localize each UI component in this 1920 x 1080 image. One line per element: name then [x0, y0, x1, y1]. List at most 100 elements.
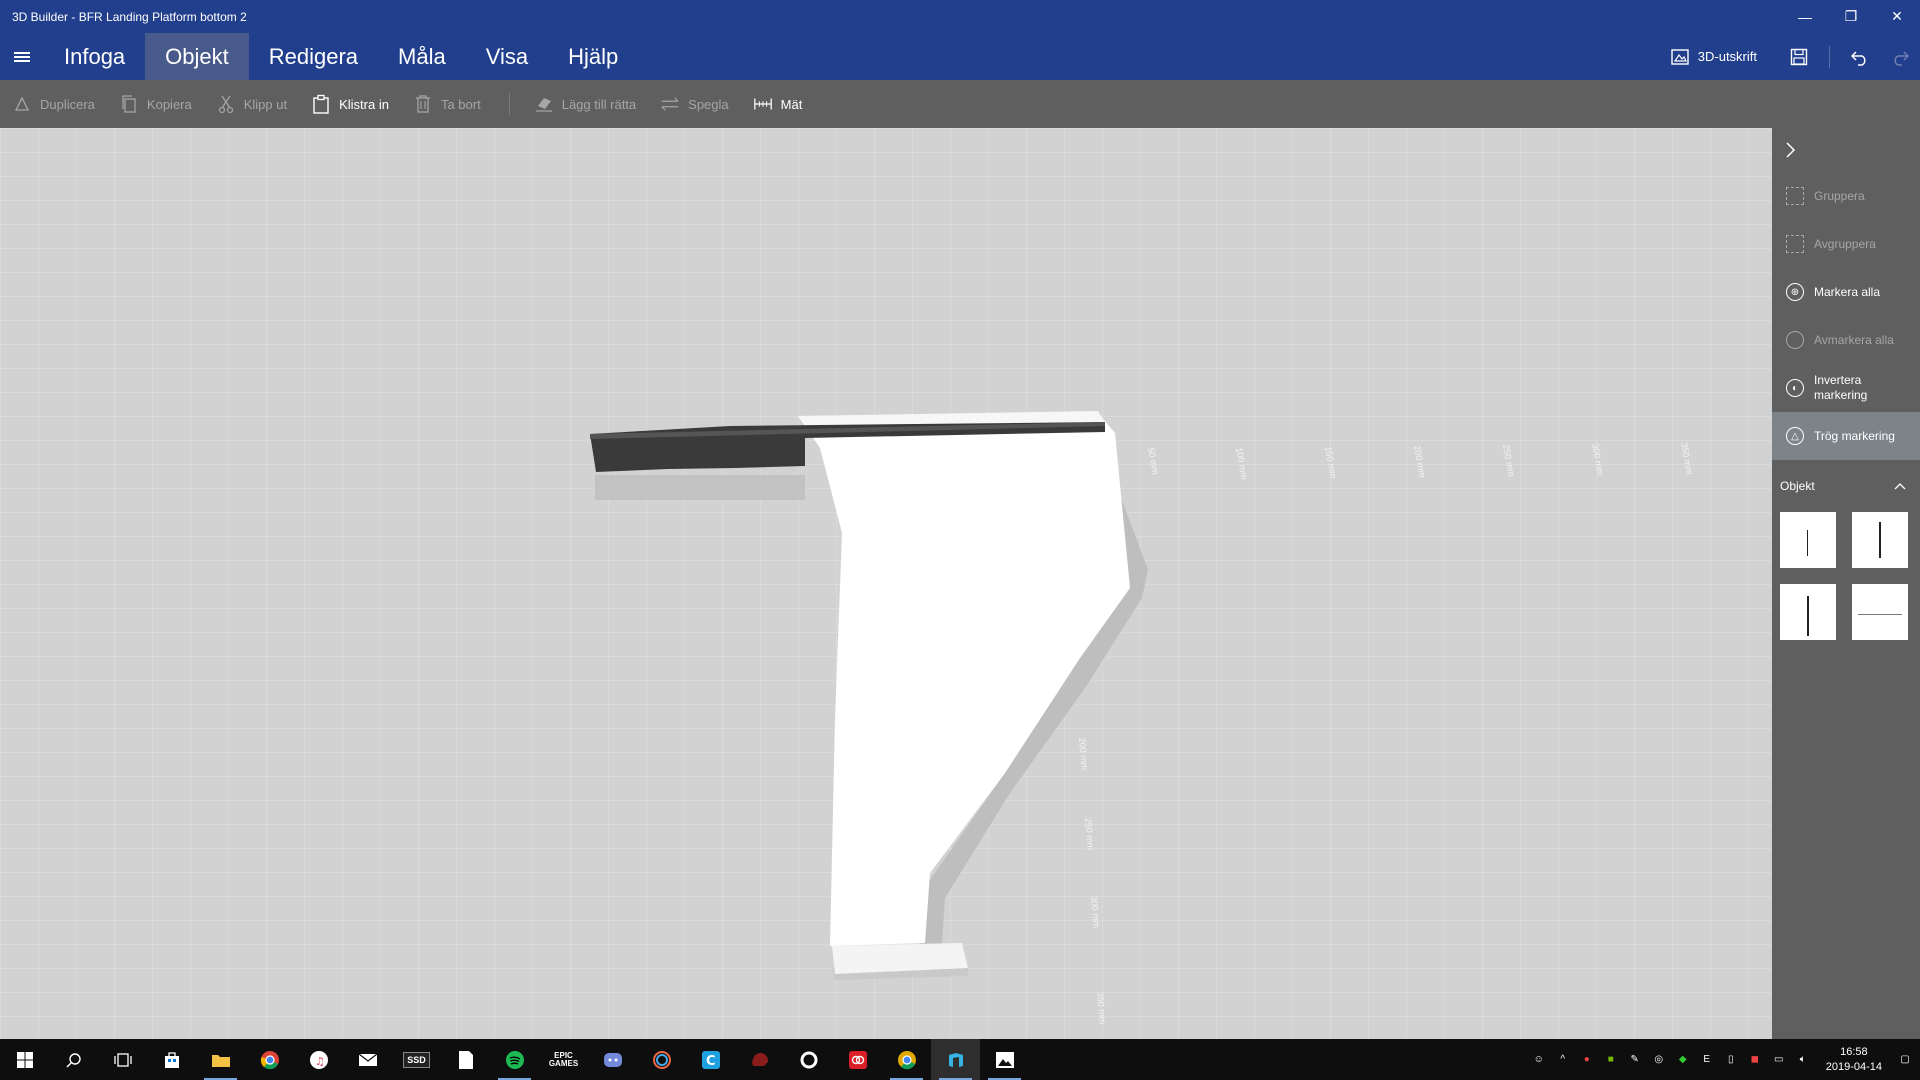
- pen-icon[interactable]: ✎: [1626, 1051, 1644, 1069]
- ungroup-button[interactable]: Avgruppera: [1772, 220, 1920, 268]
- object-thumbnail[interactable]: [1780, 512, 1836, 568]
- invert-selection-label: Invertera markering: [1814, 373, 1868, 402]
- ssd-tool-app[interactable]: SSD: [392, 1039, 441, 1080]
- mcafee-app[interactable]: [735, 1039, 784, 1080]
- folder-icon: [211, 1054, 230, 1067]
- show-hidden-icons-button[interactable]: ^: [1554, 1051, 1572, 1069]
- adobe-tray-icon[interactable]: ◼: [1746, 1051, 1764, 1069]
- file-explorer-app[interactable]: [196, 1039, 245, 1080]
- group-button[interactable]: Gruppera: [1772, 172, 1920, 220]
- nvidia-icon[interactable]: ■: [1602, 1051, 1620, 1069]
- paste-button[interactable]: Klistra in: [311, 94, 389, 114]
- network-icon[interactable]: ▭: [1770, 1051, 1788, 1069]
- tab-mala[interactable]: Måla: [378, 33, 466, 80]
- close-button[interactable]: ✕: [1874, 0, 1920, 33]
- adobe-cc-app[interactable]: [833, 1039, 882, 1080]
- ruler-label-side: 250 mm: [1083, 817, 1096, 850]
- lazy-selection-button[interactable]: △ Trög markering: [1772, 412, 1920, 460]
- hamburger-menu-button[interactable]: [0, 33, 44, 80]
- aura-app[interactable]: [637, 1039, 686, 1080]
- tab-infoga[interactable]: Infoga: [44, 33, 145, 80]
- select-all-icon: ⊕: [1786, 283, 1804, 301]
- shield-icon[interactable]: ◆: [1674, 1051, 1692, 1069]
- tab-visa[interactable]: Visa: [466, 33, 548, 80]
- undo-button[interactable]: [1840, 33, 1880, 80]
- delete-button[interactable]: Ta bort: [413, 94, 481, 114]
- measure-label: Mät: [780, 96, 803, 112]
- copy-button[interactable]: Kopiera: [119, 94, 192, 114]
- discord-app[interactable]: [588, 1039, 637, 1080]
- duplicate-button[interactable]: Duplicera: [12, 94, 95, 114]
- object-thumbnail[interactable]: [1780, 584, 1836, 640]
- ccleaner-app[interactable]: C: [686, 1039, 735, 1080]
- menu-actions: 3D-utskrift: [1670, 33, 1920, 80]
- deselect-all-label: Avmarkera alla: [1814, 332, 1894, 347]
- clock[interactable]: 16:58 2019-04-14: [1818, 1045, 1890, 1075]
- objects-section-header[interactable]: Objekt: [1772, 466, 1920, 506]
- mail-app[interactable]: [343, 1039, 392, 1080]
- minimize-button[interactable]: —: [1782, 0, 1828, 33]
- origin-tray-icon[interactable]: ◎: [1650, 1051, 1668, 1069]
- adobe-cc-icon: [848, 1050, 867, 1069]
- 3d-builder-app[interactable]: [931, 1039, 980, 1080]
- ruler-top: 50 mm 100 mm 150 mm 200 mm 250 mm 300 mm…: [1146, 442, 1694, 481]
- mirror-button[interactable]: Spegla: [660, 94, 729, 114]
- redo-button[interactable]: [1880, 33, 1920, 80]
- settle-button[interactable]: Lägg till rätta: [534, 94, 636, 114]
- settle-label: Lägg till rätta: [561, 96, 637, 112]
- objects-header-label: Objekt: [1780, 479, 1815, 493]
- restore-button[interactable]: ❐: [1828, 0, 1874, 33]
- people-icon[interactable]: ☺: [1530, 1051, 1548, 1069]
- helmet-icon: [751, 1052, 768, 1066]
- object-thumbnails: [1772, 512, 1920, 640]
- select-all-button[interactable]: ⊕ Markera alla: [1772, 268, 1920, 316]
- object-thumbnail[interactable]: [1852, 512, 1908, 568]
- scene: 50 mm 100 mm 150 mm 200 mm 250 mm 300 mm…: [590, 411, 1695, 1025]
- copy-icon: [119, 94, 139, 114]
- lazy-selection-label: Trög markering: [1814, 428, 1895, 443]
- collapse-panel-button[interactable]: [1772, 128, 1920, 172]
- photos-app[interactable]: [980, 1039, 1029, 1080]
- tab-redigera[interactable]: Redigera: [249, 33, 378, 80]
- task-view-button[interactable]: [98, 1039, 147, 1080]
- tab-objekt[interactable]: Objekt: [145, 33, 249, 80]
- usb-icon[interactable]: ▯: [1722, 1051, 1740, 1069]
- chrome-canary-app[interactable]: [882, 1039, 931, 1080]
- invert-selection-button[interactable]: ◐ Invertera markering: [1772, 364, 1920, 412]
- right-panel: Gruppera Avgruppera ⊕ Markera alla Avmar…: [1772, 128, 1920, 1039]
- restore-icon: ❐: [1844, 8, 1858, 24]
- store-app[interactable]: [147, 1039, 196, 1080]
- ccleaner-icon: C: [701, 1050, 720, 1069]
- cut-label: Klipp ut: [243, 96, 288, 112]
- ruler-label-side: 200 mm: [1077, 737, 1090, 770]
- cut-button[interactable]: Klipp ut: [216, 94, 287, 114]
- tray-app-icon[interactable]: ●: [1578, 1051, 1596, 1069]
- print-3d-button[interactable]: 3D-utskrift: [1670, 48, 1757, 66]
- save-button[interactable]: [1779, 33, 1819, 80]
- menu-bar: Infoga Objekt Redigera Måla Visa Hjälp 3…: [0, 33, 1920, 80]
- chrome-app[interactable]: [245, 1039, 294, 1080]
- itunes-app[interactable]: ♫: [294, 1039, 343, 1080]
- 3d-viewport[interactable]: 50 mm 100 mm 150 mm 200 mm 250 mm 300 mm…: [0, 128, 1772, 1039]
- photos-icon: [995, 1051, 1014, 1068]
- copy-label: Kopiera: [146, 96, 192, 112]
- object-thumbnail[interactable]: [1852, 584, 1908, 640]
- measure-button[interactable]: Mät: [753, 94, 803, 114]
- ruler-label-top: 50 mm: [1146, 447, 1161, 476]
- windows-start-button[interactable]: [0, 1039, 49, 1080]
- spotify-app[interactable]: [490, 1039, 539, 1080]
- trash-icon: [413, 94, 433, 114]
- notepad-app[interactable]: [441, 1039, 490, 1080]
- hamburger-icon: [14, 50, 30, 64]
- undo-icon: [1850, 50, 1866, 66]
- action-center-icon[interactable]: ▢: [1896, 1051, 1914, 1069]
- print-3d-label: 3D-utskrift: [1697, 49, 1757, 64]
- print-3d-icon: [1671, 48, 1689, 65]
- origin-app[interactable]: [784, 1039, 833, 1080]
- tab-hjalp[interactable]: Hjälp: [548, 33, 638, 80]
- volume-icon[interactable]: 🔈︎: [1794, 1051, 1812, 1069]
- epic-games-app[interactable]: EPIC GAMES: [539, 1039, 588, 1080]
- epic-tray-icon[interactable]: E: [1698, 1051, 1716, 1069]
- deselect-all-button[interactable]: Avmarkera alla: [1772, 316, 1920, 364]
- search-button[interactable]: [49, 1039, 98, 1080]
